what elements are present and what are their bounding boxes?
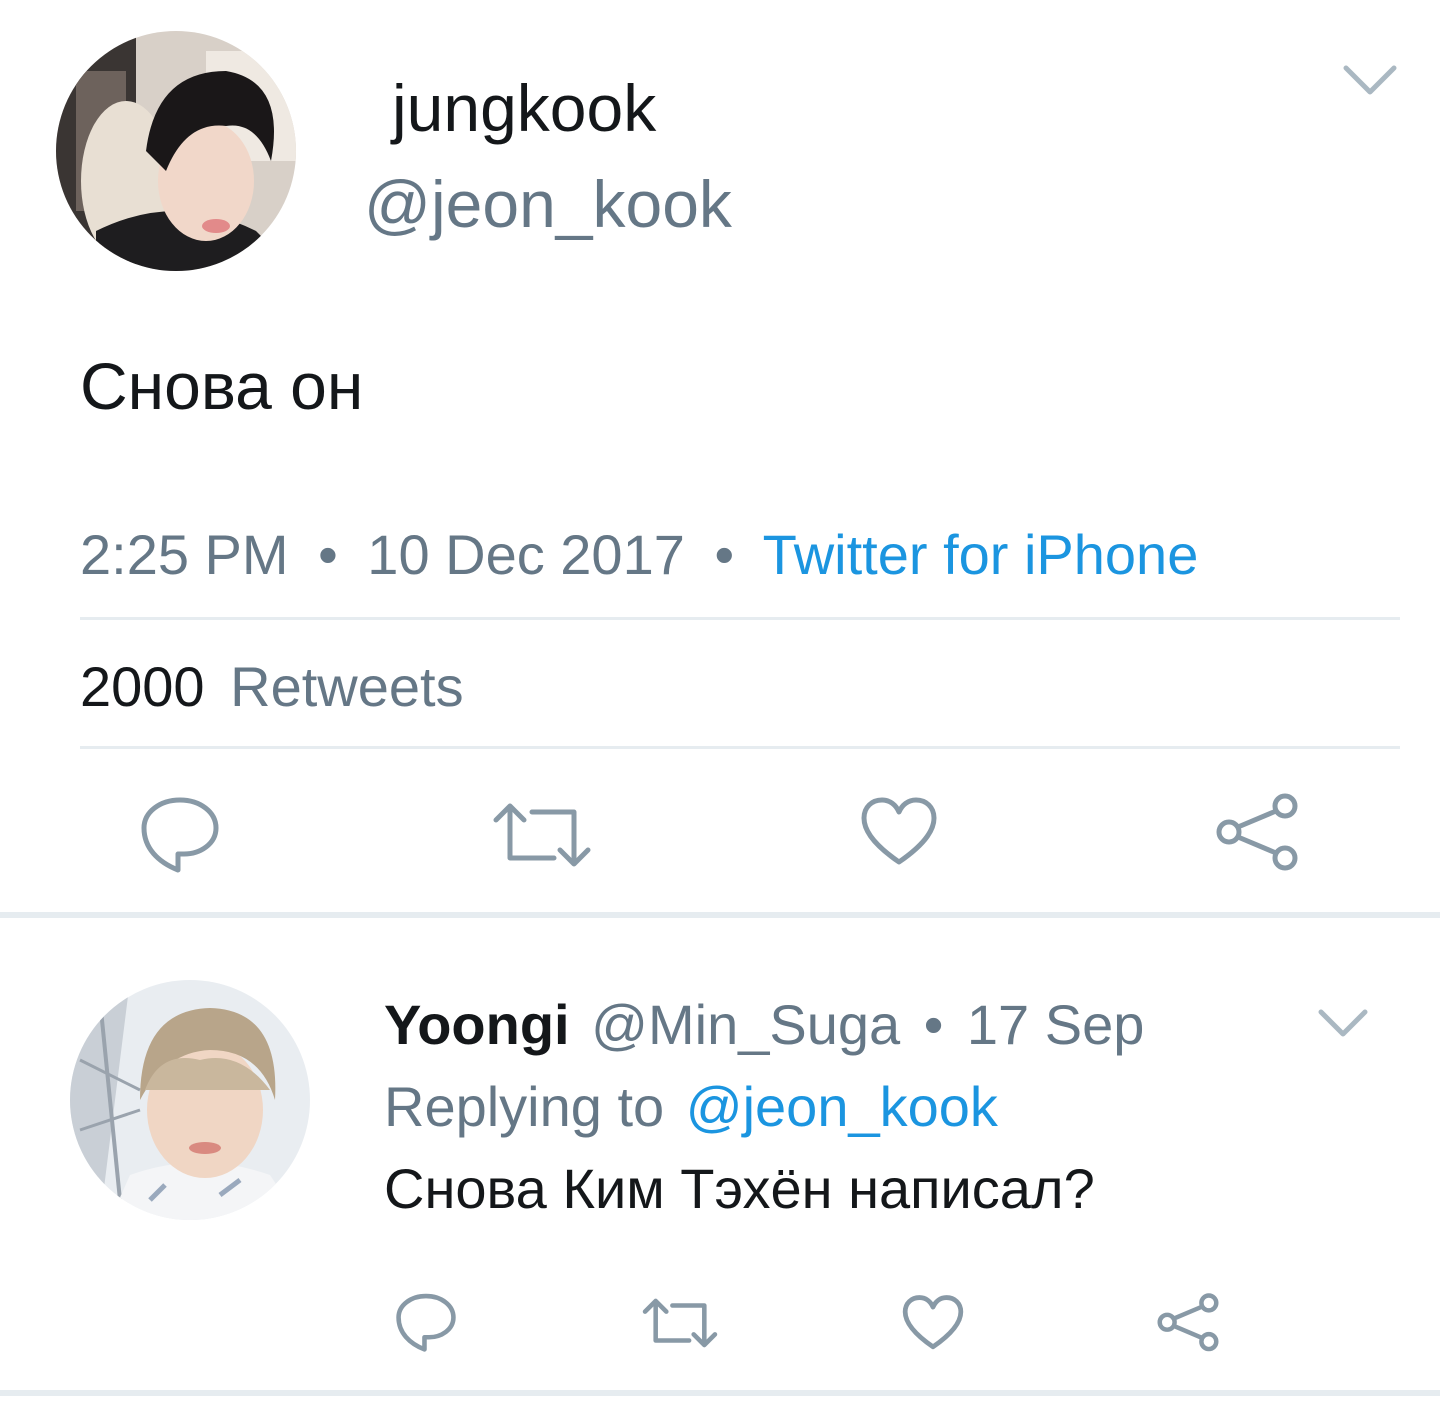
retweet-count: 2000	[80, 655, 205, 718]
reply-handle[interactable]: @Min_Suga	[591, 993, 900, 1056]
tweet-text: Снова он	[80, 349, 364, 423]
author-avatar[interactable]	[56, 31, 296, 271]
reply-header: Yoongi @Min_Suga • 17 Sep	[384, 992, 1144, 1058]
chevron-down-icon[interactable]	[1340, 60, 1400, 100]
replying-to: Replying to @jeon_kook	[384, 1074, 998, 1140]
share-icon[interactable]	[1156, 1292, 1220, 1354]
retweet-label: Retweets	[230, 655, 464, 718]
reply-date[interactable]: 17 Sep	[967, 993, 1145, 1056]
retweet-icon[interactable]	[642, 1296, 718, 1350]
replying-to-handle-link[interactable]: @jeon_kook	[686, 1075, 998, 1138]
reply-icon[interactable]	[138, 792, 222, 876]
display-name[interactable]: jungkook	[392, 70, 656, 146]
divider	[80, 617, 1400, 620]
like-icon[interactable]	[902, 1294, 964, 1352]
avatar-photo	[70, 980, 310, 1220]
replying-to-label: Replying to	[384, 1075, 665, 1138]
tweet-time: 2:25 PM	[80, 523, 289, 586]
avatar-photo	[56, 31, 296, 271]
tweet-date[interactable]: 10 Dec 2017	[367, 523, 685, 586]
meta-separator: •	[923, 993, 944, 1056]
reply-author-avatar[interactable]	[70, 980, 310, 1220]
divider	[80, 746, 1400, 749]
section-divider	[0, 912, 1440, 918]
chevron-down-icon[interactable]	[1316, 1004, 1370, 1040]
tweet-source-link[interactable]: Twitter for iPhone	[763, 523, 1199, 586]
meta-separator: •	[714, 523, 735, 586]
handle[interactable]: @jeon_kook	[364, 166, 732, 242]
tweet-meta: 2:25 PM • 10 Dec 2017 • Twitter for iPho…	[80, 522, 1198, 588]
retweet-icon[interactable]	[492, 800, 592, 870]
meta-separator: •	[318, 523, 338, 586]
share-icon[interactable]	[1214, 792, 1300, 874]
reply-text: Снова Ким Тэхён написал?	[384, 1157, 1095, 1220]
reply-icon[interactable]	[394, 1290, 458, 1354]
retweet-stats[interactable]: 2000 Retweets	[80, 654, 464, 720]
reply-display-name[interactable]: Yoongi	[384, 993, 570, 1056]
like-icon[interactable]	[860, 796, 938, 868]
section-divider	[0, 1390, 1440, 1396]
